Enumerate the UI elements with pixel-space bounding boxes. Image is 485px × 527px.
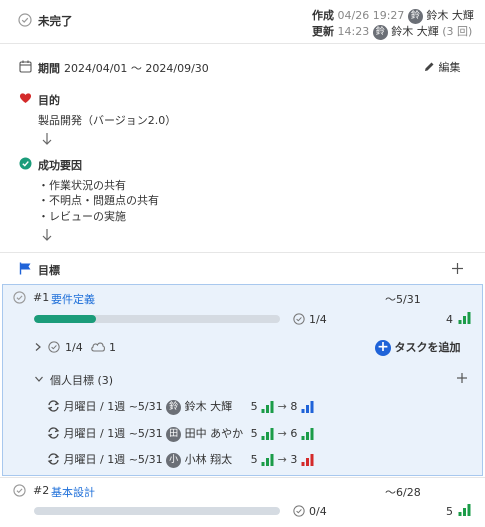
signal-bars-icon (261, 427, 274, 440)
arrow-down-icon (41, 228, 53, 245)
goal-score: 5 (446, 505, 453, 518)
goal-task-count: 1/4 (309, 313, 327, 326)
repeat-icon (47, 399, 60, 415)
personal-goal-user: 田中 あやか (184, 427, 244, 440)
goal-task-count: 0/4 (309, 505, 327, 518)
goal-title-link[interactable]: 要件定義 (51, 291, 95, 307)
personal-goal-to: 3 (290, 453, 298, 466)
update-count: (3 回) (442, 25, 473, 38)
personal-goal-from: 5 (250, 400, 258, 413)
signal-bars-icon (458, 504, 471, 519)
avatar: 鈴 (166, 399, 182, 415)
check-circle-icon (48, 341, 60, 356)
repeat-icon (47, 426, 60, 442)
signal-bars-icon (261, 453, 274, 466)
add-task-button[interactable]: + タスクを追加 (375, 339, 461, 356)
subtask-count: 1/4 (65, 341, 83, 354)
personal-goal-row[interactable]: 月曜日 / 1週 ~5/31 小 小林 翔太 5 → 3 (47, 451, 314, 468)
personal-goal-to: 8 (290, 400, 298, 413)
personal-goal-from: 5 (250, 453, 258, 466)
personal-goal-row[interactable]: 月曜日 / 1週 ~5/31 田 田中 あやか 5 → 6 (47, 425, 314, 442)
goal-title-link[interactable]: 基本設計 (51, 484, 95, 500)
check-circle-icon[interactable] (13, 291, 26, 307)
edit-button[interactable]: 編集 (423, 59, 461, 76)
avatar: 田 (166, 426, 182, 442)
plus-circle-icon: + (375, 340, 391, 356)
divider (0, 43, 485, 44)
personal-goal-to: 6 (290, 427, 298, 440)
flag-icon (19, 262, 32, 278)
personal-goal-row[interactable]: 月曜日 / 1週 ~5/31 鈴 鈴木 大輝 5 → 8 (47, 398, 314, 415)
add-personal-goal-button[interactable] (456, 372, 468, 387)
goal-progress-bar (34, 315, 280, 323)
edit-label: 編集 (438, 61, 461, 74)
success-factor-item: ・レビューの実施 (38, 210, 126, 223)
signal-bars-icon (458, 312, 471, 327)
add-goal-button[interactable] (451, 262, 464, 278)
updated-meta: 更新 14:23 鈴 鈴木 大輝 (3 回) (312, 23, 472, 40)
personal-goal-schedule: 月曜日 / 1週 ~5/31 (63, 453, 163, 466)
arrow-down-icon (41, 132, 53, 149)
personal-goal-from: 5 (250, 427, 258, 440)
status-label: 未完了 (38, 14, 73, 28)
updated-time: 14:23 (337, 25, 370, 38)
period-value: 2024/04/01 〜 2024/09/30 (64, 62, 209, 75)
avatar: 鈴 (372, 24, 388, 40)
chevron-down-icon[interactable] (34, 374, 44, 387)
personal-goal-user: 鈴木 大輝 (184, 400, 233, 413)
avatar: 小 (166, 452, 182, 468)
created-label: 作成 (312, 9, 334, 22)
personal-goal-schedule: 月曜日 / 1週 ~5/31 (63, 400, 163, 413)
avatar: 鈴 (407, 8, 423, 24)
arrow-right-icon: → (274, 427, 291, 440)
signal-bars-icon (301, 400, 314, 413)
signal-bars-icon (261, 400, 274, 413)
personal-goal-user: 小林 翔太 (184, 453, 233, 466)
pencil-icon (423, 61, 435, 76)
signal-bars-icon (301, 453, 314, 466)
updated-user: 鈴木 大輝 (391, 25, 439, 38)
personal-goals-label: 個人目標 (3) (50, 374, 114, 387)
personal-goal-schedule: 月曜日 / 1週 ~5/31 (63, 427, 163, 440)
goal-progress-bar (34, 507, 280, 515)
add-task-label: タスクを追加 (394, 341, 461, 354)
chevron-right-icon[interactable] (33, 342, 43, 355)
check-circle-icon[interactable] (13, 484, 26, 500)
period-label: 期間 (38, 62, 60, 75)
goals-label: 目標 (38, 264, 60, 277)
signal-bars-icon (301, 427, 314, 440)
updated-label: 更新 (312, 25, 334, 38)
check-circle-icon (293, 505, 305, 520)
divider (0, 252, 485, 253)
purpose-text: 製品開発（バージョン2.0） (38, 114, 177, 127)
check-circle-icon[interactable] (18, 13, 32, 30)
check-badge-icon (19, 157, 32, 173)
goal-due: 〜6/28 (385, 486, 421, 499)
check-circle-icon (293, 313, 305, 328)
goal-progress-fill (34, 315, 96, 323)
heart-icon (19, 92, 32, 107)
cloud-count: 1 (109, 341, 116, 354)
goal-due: 〜5/31 (385, 293, 421, 306)
created-user: 鈴木 大輝 (426, 9, 474, 22)
goal-score: 4 (446, 313, 453, 326)
calendar-icon (19, 60, 32, 76)
divider (0, 477, 485, 478)
success-factors-label: 成功要因 (38, 159, 82, 172)
repeat-icon (47, 452, 60, 468)
goal-number: #1 (33, 291, 50, 304)
created-meta: 作成 04/26 19:27 鈴 鈴木 大輝 (312, 7, 474, 24)
success-factor-item: ・不明点・問題点の共有 (38, 194, 159, 207)
goal-number: #2 (33, 484, 50, 497)
arrow-right-icon: → (274, 400, 291, 413)
success-factor-item: ・作業状況の共有 (38, 179, 126, 192)
cloud-icon (90, 340, 106, 355)
arrow-right-icon: → (274, 453, 291, 466)
created-time: 04/26 19:27 (337, 9, 405, 22)
purpose-label: 目的 (38, 94, 60, 107)
